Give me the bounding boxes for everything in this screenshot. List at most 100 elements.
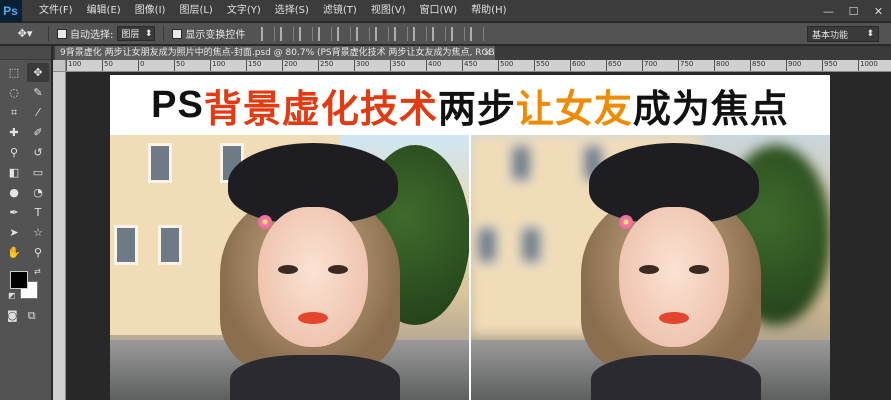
horizontal-ruler[interactable]: 100 50 0 50 100 150 200 250 300 350 400 … <box>66 60 891 72</box>
headline-girlfriend: 让女友 <box>515 88 633 131</box>
ruler-tick: 550 <box>534 60 549 71</box>
headline-two-steps: 两步 <box>437 88 516 131</box>
headline: PS 背景虚化技术 两步 让女友 成为焦点 <box>110 75 830 135</box>
hair-flower <box>619 215 633 229</box>
distribute-vcenter-icon[interactable] <box>394 26 409 41</box>
workspace-dropdown[interactable]: 基本功能 ⬍ <box>807 26 879 42</box>
path-select-tool-icon[interactable]: ➤ <box>3 223 25 242</box>
align-hcenter-icon[interactable] <box>337 26 352 41</box>
ruler-tick: 100 <box>66 60 81 71</box>
crop-tool-icon[interactable]: ⌗ <box>3 103 25 122</box>
align-bottom-icon[interactable] <box>299 26 314 41</box>
ruler-tick: 700 <box>642 60 657 71</box>
lips <box>659 312 689 324</box>
menu-image[interactable]: 图像(I) <box>128 0 173 22</box>
menu-edit[interactable]: 编辑(E) <box>80 0 128 22</box>
close-icon[interactable]: × <box>483 46 491 60</box>
menu-file[interactable]: 文件(F) <box>32 0 80 22</box>
tool-grid: ⬚ ✥ ◌ ✎ ⌗ ⁄ ✚ ✐ ⚲ ↺ ◧ ▭ ● ◔ ✒ T ➤ ☆ ✋ ⚲ <box>0 60 51 265</box>
face <box>258 207 368 347</box>
default-colors-icon[interactable]: ◩ <box>8 291 16 300</box>
align-left-icon[interactable] <box>318 26 333 41</box>
menu-select[interactable]: 选择(S) <box>268 0 316 22</box>
brush-tool-icon[interactable]: ✐ <box>27 123 49 142</box>
clone-stamp-tool-icon[interactable]: ⚲ <box>3 143 25 162</box>
ruler-tick: 450 <box>462 60 477 71</box>
divider <box>163 25 165 42</box>
show-transform-checkbox[interactable] <box>172 28 183 39</box>
eye <box>278 265 298 274</box>
window <box>158 225 182 265</box>
close-icon[interactable]: ✕ <box>866 0 891 22</box>
document-canvas[interactable]: PS 背景虚化技术 两步 让女友 成为焦点 <box>67 73 891 400</box>
maximize-icon[interactable]: ☐ <box>841 0 866 22</box>
menu-filter[interactable]: 滤镜(T) <box>316 0 364 22</box>
move-tool-preset-icon[interactable]: ✥▾ <box>10 25 40 43</box>
hair-flower <box>258 215 272 229</box>
ruler-tick: 750 <box>678 60 693 71</box>
auto-select-label: 自动选择: <box>70 30 114 41</box>
ruler-tick: 400 <box>426 60 441 71</box>
healing-brush-tool-icon[interactable]: ✚ <box>3 123 25 142</box>
align-right-icon[interactable] <box>356 26 371 41</box>
ruler-tick: 500 <box>498 60 513 71</box>
document-tab[interactable]: 9背景虚化 两步让女朋友成为照片中的焦点-封面.psd @ 80.7% (PS背… <box>55 46 495 60</box>
ruler-tick: 1000 <box>858 60 878 71</box>
lasso-tool-icon[interactable]: ◌ <box>3 83 25 102</box>
swap-colors-icon[interactable]: ⇄ <box>34 267 41 276</box>
align-vcenter-icon[interactable] <box>280 26 295 41</box>
ruler-tick: 150 <box>246 60 261 71</box>
menu-layer[interactable]: 图层(L) <box>172 0 219 22</box>
quick-select-tool-icon[interactable]: ✎ <box>27 83 49 102</box>
window <box>509 143 533 183</box>
divider <box>48 25 49 42</box>
shape-tool-icon[interactable]: ☆ <box>27 223 49 242</box>
menu-window[interactable]: 窗口(W) <box>412 0 464 22</box>
marquee-tool-icon[interactable]: ⬚ <box>3 63 25 82</box>
auto-select-dropdown[interactable]: 图层 ⬍ <box>117 26 156 41</box>
distribute-right-icon[interactable] <box>470 26 485 41</box>
window <box>519 225 543 265</box>
auto-select-checkbox[interactable] <box>57 28 67 39</box>
distribute-hcenter-icon[interactable] <box>451 26 466 41</box>
color-swatches: ◩ ⇄ <box>8 267 51 301</box>
window <box>475 225 499 265</box>
screen-mode-icon[interactable]: ⧉ <box>28 309 36 323</box>
menu-view[interactable]: 视图(V) <box>364 0 413 22</box>
panel-grip[interactable] <box>0 46 51 60</box>
menu-help[interactable]: 帮助(H) <box>464 0 513 22</box>
quick-mask-icon[interactable]: ◙ <box>7 309 18 323</box>
blur-tool-icon[interactable]: ● <box>3 183 25 202</box>
hand-tool-icon[interactable]: ✋ <box>3 243 25 262</box>
ruler-tick: 800 <box>714 60 729 71</box>
move-tool-icon[interactable]: ✥ <box>27 63 49 82</box>
window <box>114 225 138 265</box>
eyedropper-tool-icon[interactable]: ⁄ <box>27 103 49 122</box>
ruler-tick: 950 <box>822 60 837 71</box>
artwork: PS 背景虚化技术 两步 让女友 成为焦点 <box>110 75 830 400</box>
gradient-tool-icon[interactable]: ▭ <box>27 163 49 182</box>
jacket <box>230 355 400 400</box>
history-brush-tool-icon[interactable]: ↺ <box>27 143 49 162</box>
vertical-ruler[interactable] <box>53 72 66 400</box>
dodge-tool-icon[interactable]: ◔ <box>27 183 49 202</box>
workspace-value: 基本功能 <box>812 30 849 41</box>
zoom-tool-icon[interactable]: ⚲ <box>27 243 49 262</box>
minimize-icon[interactable]: — <box>816 0 841 22</box>
auto-select-value: 图层 <box>121 30 140 40</box>
menu-type[interactable]: 文字(Y) <box>220 0 268 22</box>
eraser-tool-icon[interactable]: ◧ <box>3 163 25 182</box>
distribute-bottom-icon[interactable] <box>413 26 428 41</box>
mode-buttons: ◙ ⧉ <box>7 309 51 323</box>
tools-panel: ⬚ ✥ ◌ ✎ ⌗ ⁄ ✚ ✐ ⚲ ↺ ◧ ▭ ● ◔ ✒ T ➤ ☆ ✋ ⚲ … <box>0 46 52 400</box>
ruler-tick: 100 <box>210 60 225 71</box>
pen-tool-icon[interactable]: ✒ <box>3 203 25 222</box>
ruler-origin[interactable] <box>53 60 66 72</box>
type-tool-icon[interactable]: T <box>27 203 49 222</box>
distribute-left-icon[interactable] <box>432 26 447 41</box>
distribute-top-icon[interactable] <box>375 26 390 41</box>
foreground-color[interactable] <box>10 271 28 289</box>
ruler-tick: 900 <box>786 60 801 71</box>
align-top-icon[interactable] <box>261 26 276 41</box>
show-transform-label: 显示变换控件 <box>185 30 246 41</box>
